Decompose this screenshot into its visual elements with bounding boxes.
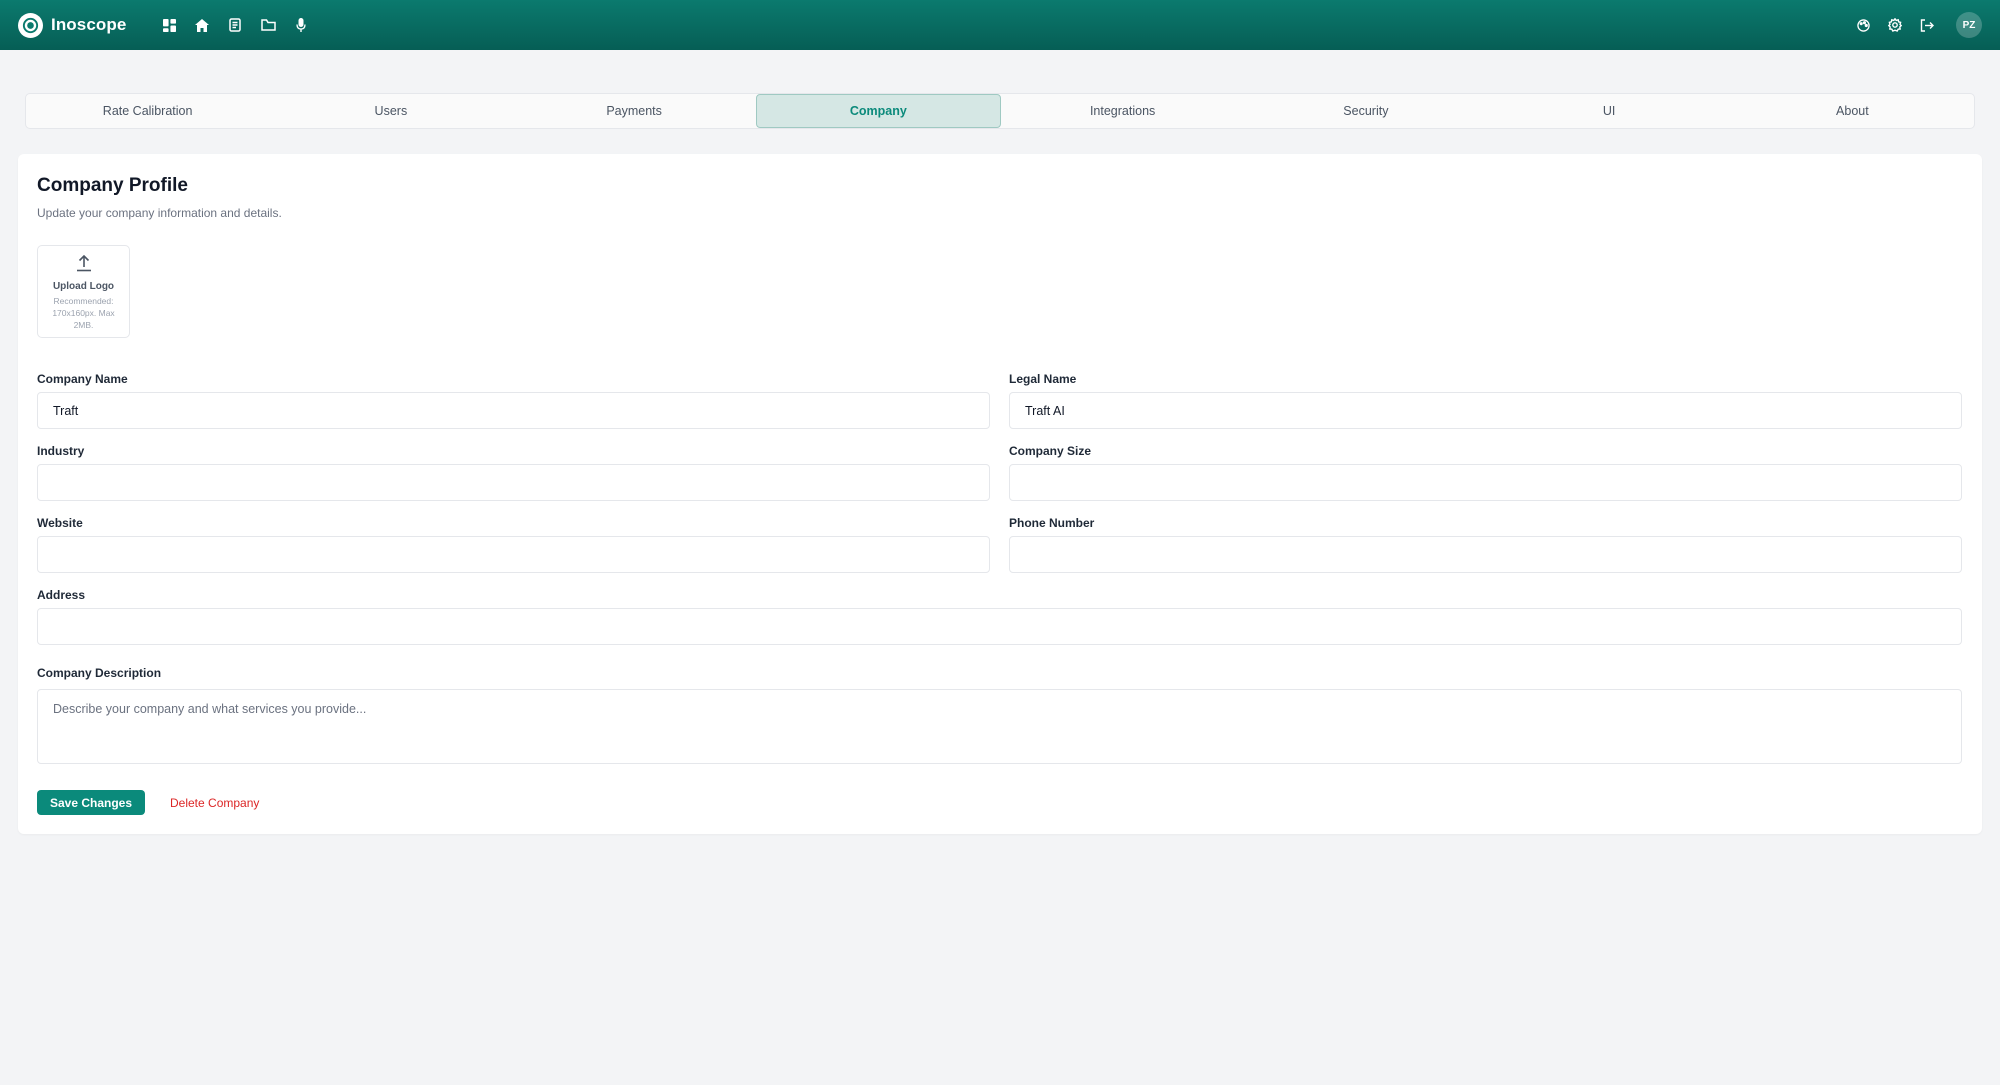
company-size-label: Company Size [1009, 444, 1092, 458]
company-profile-card: Company Profile Update your company info… [18, 154, 1982, 834]
company-description-label: Company Description [37, 666, 162, 680]
delete-company-button[interactable]: Delete Company [170, 790, 259, 815]
header-actions: PZ [1854, 12, 1982, 38]
document-icon[interactable] [226, 16, 244, 34]
company-size-input[interactable] [1009, 464, 1962, 501]
phone-number-label: Phone Number [1009, 516, 1095, 530]
tab-company[interactable]: Company [755, 94, 1001, 128]
folder-icon[interactable] [259, 16, 277, 34]
app-name: Inoscope [51, 15, 127, 34]
home-icon[interactable] [193, 16, 211, 34]
phone-number-input[interactable] [1009, 536, 1962, 573]
company-name-label: Company Name [37, 372, 128, 386]
top-navigation-bar: Inoscope PZ [0, 0, 2000, 50]
website-input[interactable] [37, 536, 990, 573]
tab-integrations[interactable]: Integrations [1001, 94, 1244, 128]
microphone-icon[interactable] [292, 16, 310, 34]
main-nav [160, 16, 310, 34]
address-input[interactable] [37, 608, 1962, 645]
industry-label: Industry [37, 444, 85, 458]
logo-icon [18, 12, 43, 38]
save-changes-button[interactable]: Save Changes [37, 790, 145, 815]
app-logo[interactable]: Inoscope [18, 12, 127, 38]
palette-icon[interactable] [1854, 16, 1872, 34]
dashboard-icon[interactable] [160, 16, 178, 34]
address-label: Address [37, 588, 86, 602]
page-subtitle: Update your company information and deta… [37, 206, 282, 220]
company-description-textarea[interactable] [37, 689, 1962, 764]
user-avatar[interactable]: PZ [1956, 12, 1982, 38]
website-label: Website [37, 516, 83, 530]
tab-users[interactable]: Users [269, 94, 512, 128]
tab-ui[interactable]: UI [1488, 94, 1731, 128]
upload-logo-label: Upload Logo [52, 281, 115, 292]
legal-name-input[interactable] [1009, 392, 1962, 429]
gear-icon[interactable] [1886, 16, 1904, 34]
company-name-input[interactable] [37, 392, 990, 429]
page-title: Company Profile [37, 175, 188, 196]
tab-rate-calibration[interactable]: Rate Calibration [26, 94, 269, 128]
industry-input[interactable] [37, 464, 990, 501]
tab-about[interactable]: About [1731, 94, 1974, 128]
upload-logo-button[interactable]: Upload Logo Recommended: 170x160px. Max … [37, 245, 130, 338]
upload-logo-hint: Recommended: 170x160px. Max 2MB. [52, 296, 115, 330]
logout-icon[interactable] [1918, 16, 1936, 34]
legal-name-label: Legal Name [1009, 372, 1077, 386]
upload-icon [76, 254, 92, 277]
tab-security[interactable]: Security [1244, 94, 1487, 128]
settings-tabs: Rate Calibration Users Payments Company … [25, 93, 1975, 129]
tab-payments[interactable]: Payments [513, 94, 756, 128]
